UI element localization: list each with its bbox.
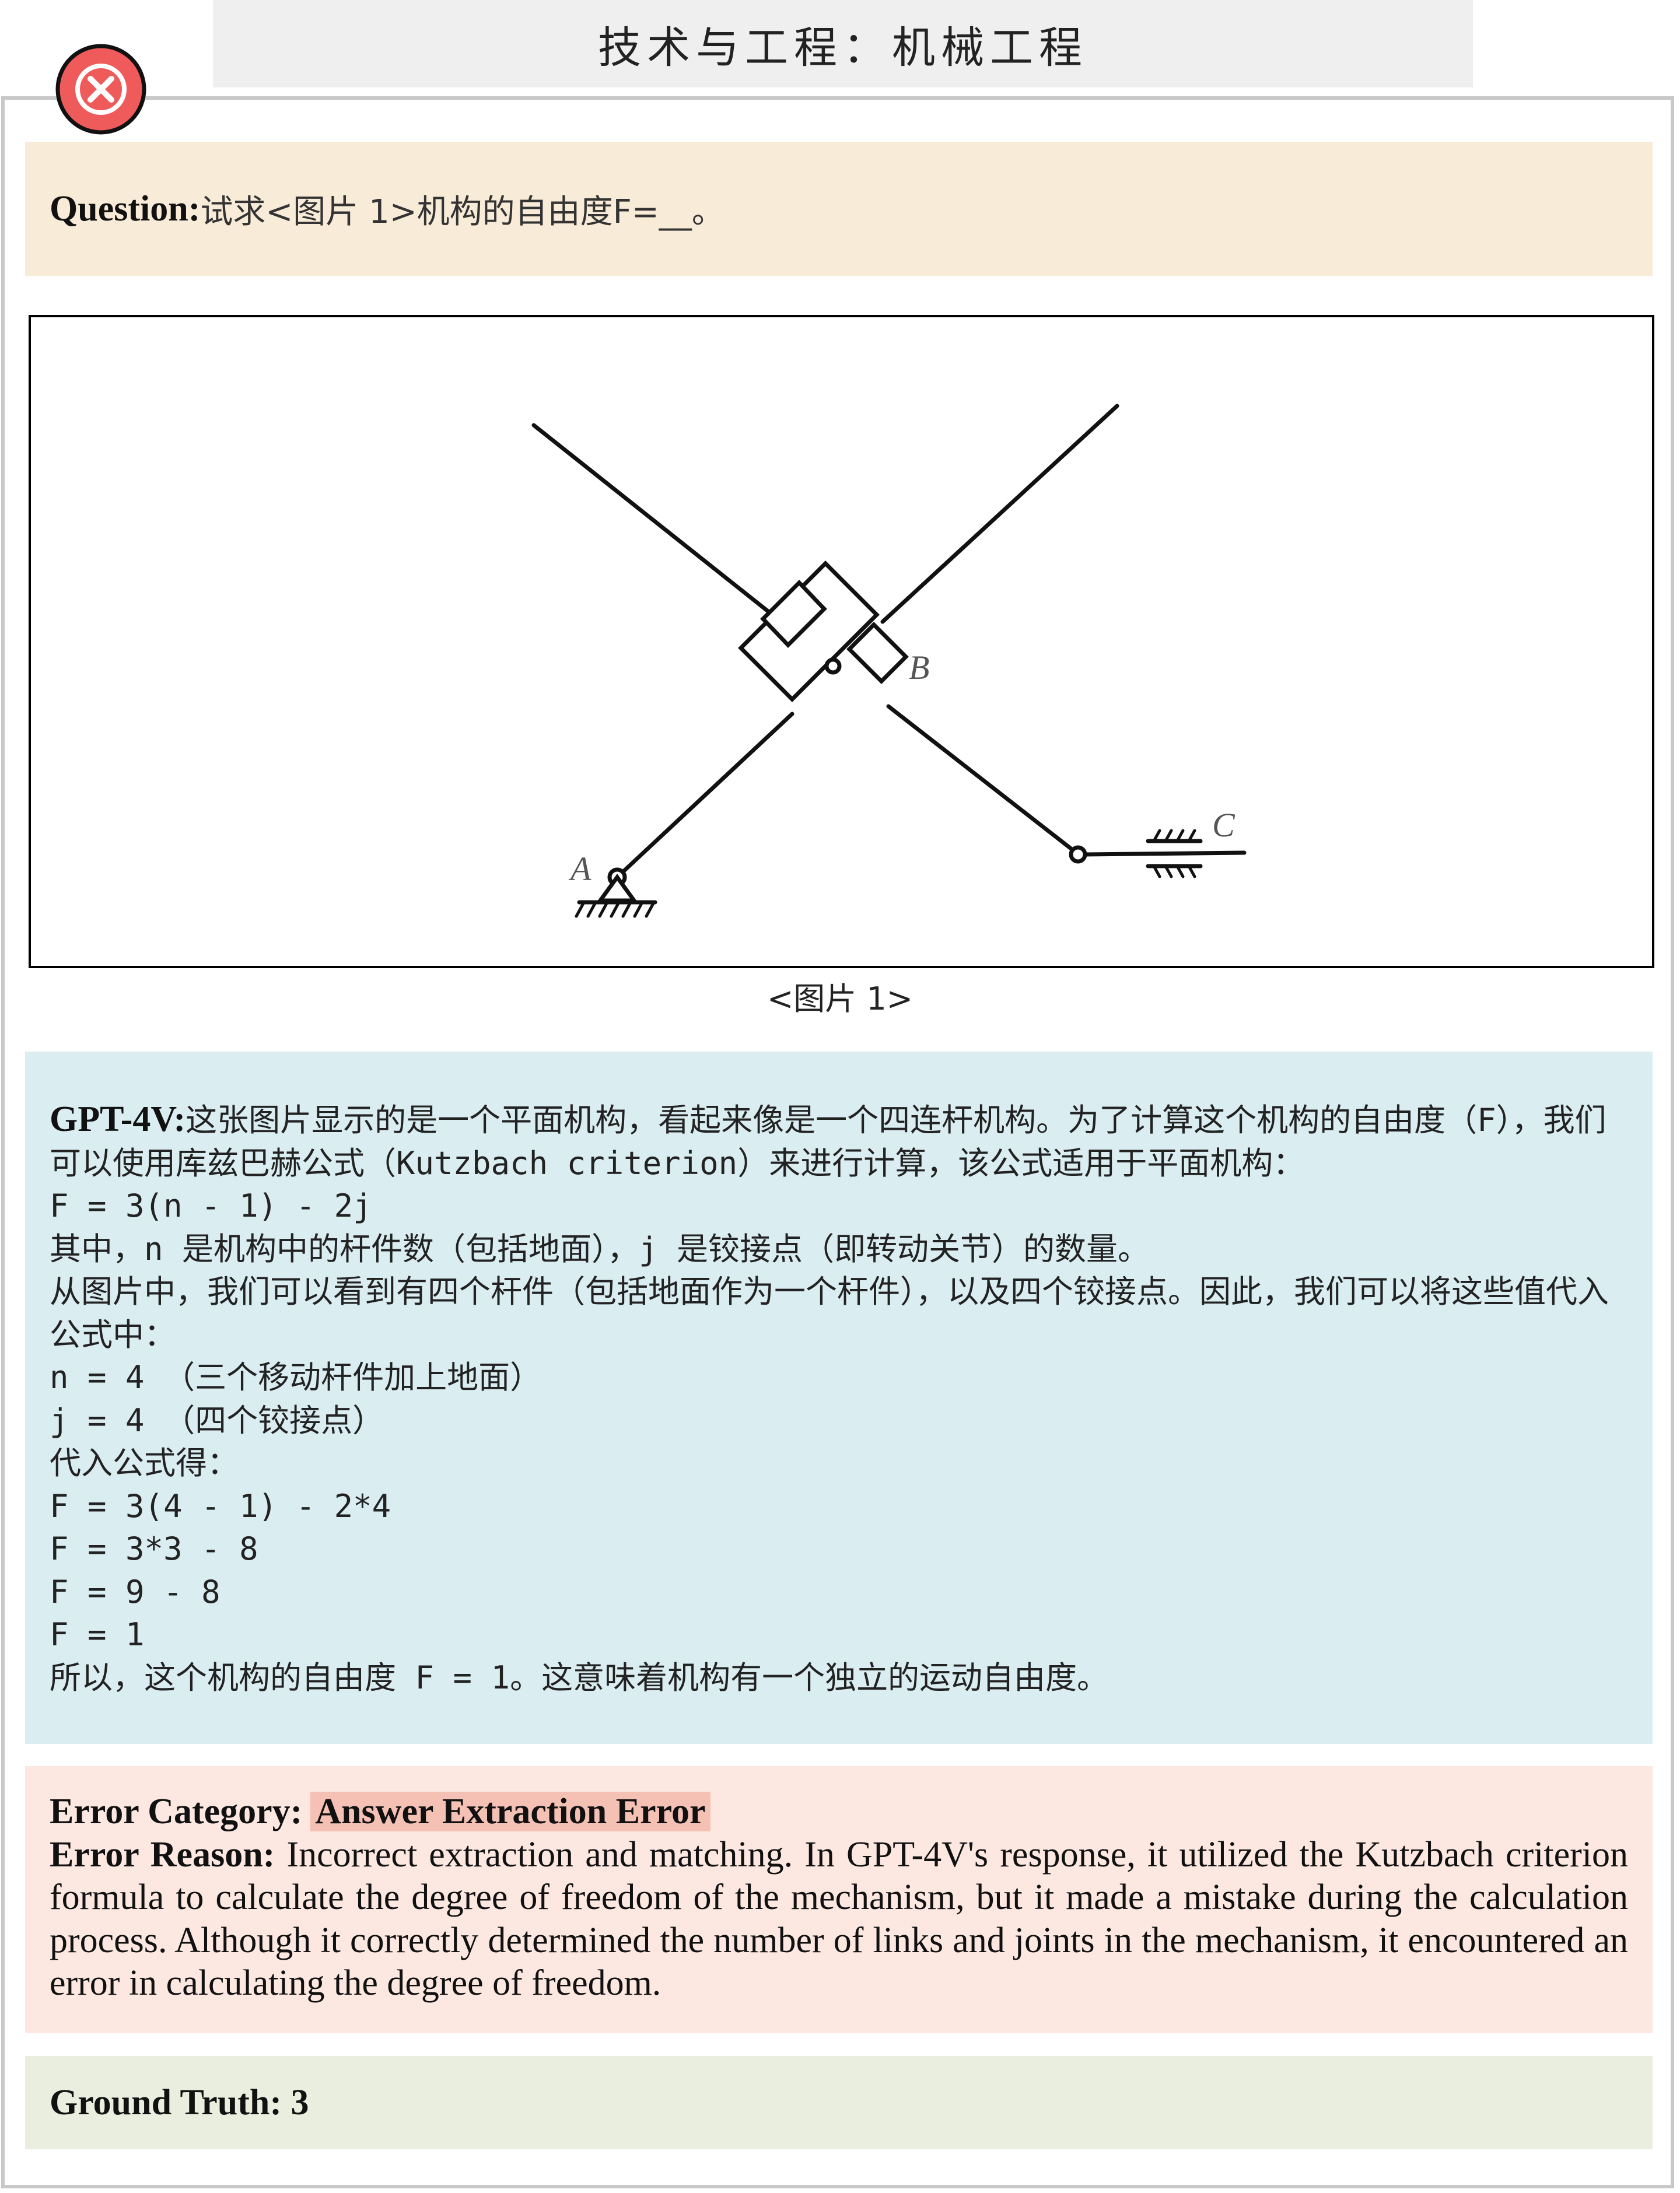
answer-text: 这张图片显示的是一个平面机构，看起来像是一个四连杆机构。为了计算这个机构的自由度… [50, 1102, 1609, 1696]
close-icon [55, 44, 146, 135]
joint-b [824, 657, 842, 675]
error-category-line: Error Category: Answer Extraction Error [50, 1791, 1628, 1834]
error-reason-line: Error Reason: Incorrect extraction and m… [50, 1834, 1628, 2005]
bar-to-c [886, 704, 1079, 855]
label-b: B [909, 649, 929, 686]
error-panel: Error Category: Answer Extraction Error E… [25, 1766, 1653, 2033]
pivot-a [596, 874, 638, 903]
rod-c [1083, 850, 1247, 857]
error-category-badge: Answer Extraction Error [310, 1792, 710, 1831]
label-a: A [568, 850, 592, 888]
bar-upper-left [531, 423, 786, 626]
page-title: 技术与工程：机械工程 [598, 22, 1088, 73]
figure-caption: <图片 1> [766, 980, 913, 1017]
question-label: Question: [50, 188, 201, 229]
error-reason-text: Incorrect extraction and matching. In GP… [50, 1834, 1628, 2003]
answer-label: GPT-4V: [50, 1099, 186, 1139]
ground-truth-label: Ground Truth: [50, 2082, 282, 2122]
bar-lower-left [615, 712, 794, 880]
answer-panel: GPT-4V:这张图片显示的是一个平面机构，看起来像是一个四连杆机构。为了计算这… [25, 1052, 1653, 1744]
question-panel: Question: 试求<图片 1>机构的自由度F=__。 [25, 142, 1653, 276]
slider-block-b [738, 560, 880, 702]
title-bar: 技术与工程：机械工程 [213, 0, 1473, 87]
ground-truth-value: 3 [290, 2082, 309, 2122]
error-reason-label: Error Reason: [50, 1834, 275, 1875]
label-c: C [1212, 806, 1236, 844]
error-category-label: Error Category: [50, 1792, 303, 1831]
joint-c [1069, 845, 1087, 864]
ground-truth-panel: Ground Truth: 3 [25, 2056, 1653, 2149]
question-text: 试求<图片 1>机构的自由度F=__。 [200, 192, 724, 231]
bar-upper-right [880, 404, 1119, 624]
mechanism-figure: A B C [29, 315, 1654, 968]
mechanism-diagram: A B C [531, 404, 1247, 918]
